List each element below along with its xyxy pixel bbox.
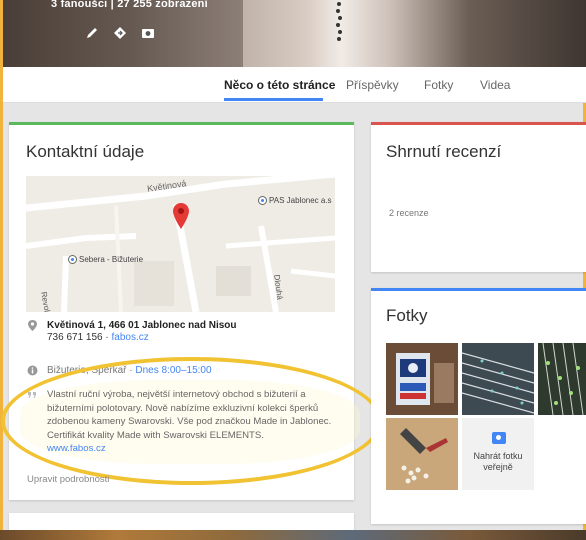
map-marker-icon[interactable] — [173, 203, 189, 231]
map-poi-icon — [258, 196, 267, 205]
tab-posts[interactable]: Příspěvky — [346, 78, 399, 92]
edit-details-link[interactable]: Upravit podrobnosti — [27, 474, 109, 485]
photo-image — [386, 343, 458, 415]
camera-icon[interactable] — [141, 26, 155, 40]
photos-title: Fotky — [386, 306, 428, 325]
jewelry-image — [336, 2, 342, 41]
upload-photo-button[interactable]: Nahrát fotku veřejně — [462, 418, 534, 490]
phone-row: 736 671 156 · fabos.cz — [47, 332, 149, 343]
cover-icons — [85, 26, 155, 40]
photo-image — [386, 418, 458, 490]
info-icon — [27, 365, 38, 376]
photo-image — [538, 343, 586, 415]
reviews-title: Shrnutí recenzí — [386, 142, 502, 161]
tab-about[interactable]: Něco o této stránce — [224, 78, 335, 92]
map-place-label-1: PAS Jablonec a.s — [269, 196, 332, 205]
review-count[interactable]: 2 recenze — [389, 208, 429, 218]
highlight-ellipse — [1, 357, 382, 485]
taskbar — [0, 530, 586, 540]
cover-stats: 3 fanoušci | 27 255 zobrazení — [51, 0, 208, 10]
photo-thumbnail[interactable] — [538, 343, 586, 415]
photo-thumbnail[interactable] — [386, 418, 458, 490]
map-place-label-2: Sebera - Bižuterie — [79, 255, 144, 264]
map-poi-icon — [68, 255, 77, 264]
website-link[interactable]: fabos.cz — [112, 332, 149, 343]
address: Květinová 1, 466 01 Jablonec nad Nisou — [47, 320, 237, 331]
map[interactable]: Květinová PAS Jablonec a.s Sebera - Bižu… — [26, 176, 335, 312]
phone-number: 736 671 156 · — [47, 332, 112, 343]
active-tab-indicator — [224, 98, 323, 101]
pencil-icon[interactable] — [85, 26, 99, 40]
diamond-icon[interactable] — [113, 26, 127, 40]
upload-photo-label: Nahrát fotku veřejně — [473, 451, 523, 472]
photo-thumbnail[interactable] — [386, 343, 458, 415]
page-tabs: Něco o této stránce Příspěvky Fotky Vide… — [3, 67, 586, 103]
contact-title: Kontaktní údaje — [26, 142, 145, 161]
location-icon — [28, 320, 37, 331]
tab-photos[interactable]: Fotky — [424, 78, 453, 92]
tab-videos[interactable]: Videa — [480, 78, 510, 92]
photo-thumbnail[interactable] — [462, 343, 534, 415]
photo-image — [462, 343, 534, 415]
cover-photo: 3 fanoušci | 27 255 zobrazení — [3, 0, 586, 67]
camera-icon — [492, 432, 506, 444]
